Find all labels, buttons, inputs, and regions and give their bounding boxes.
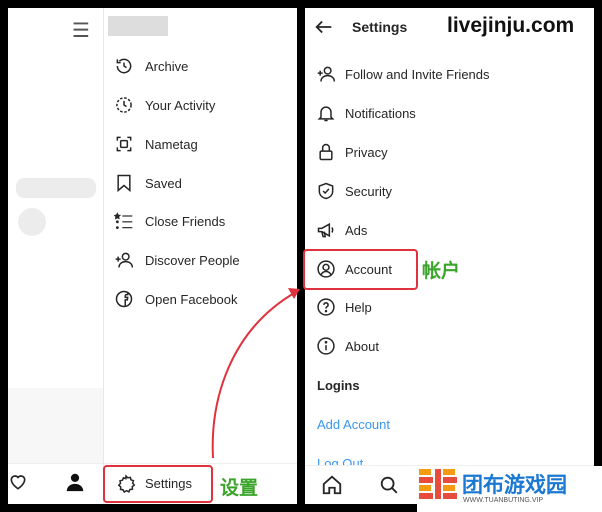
logo-bars-icon — [419, 469, 457, 499]
annotation-arrow — [211, 288, 300, 459]
watermark-livejinju: livejinju.com — [447, 14, 575, 37]
annotation-settings-cn: 设置 — [220, 478, 259, 499]
annotation-account-cn: 帐户 — [422, 261, 461, 282]
logo-text: 团布游戏园 — [462, 474, 567, 497]
logo-subtext: WWW.TUANBUTING.VIP — [463, 497, 544, 504]
